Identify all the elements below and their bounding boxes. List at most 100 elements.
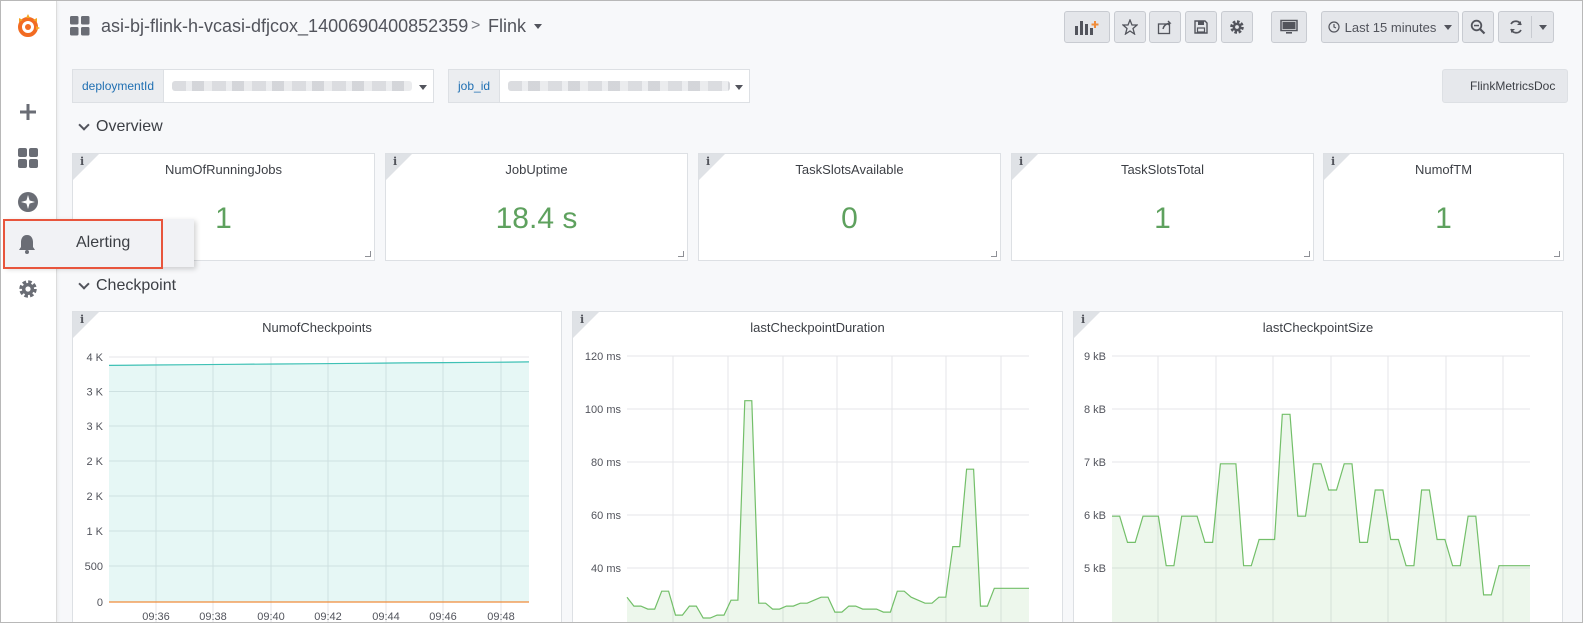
stat-panel[interactable]: i TaskSlotsAvailable 0	[698, 153, 1001, 261]
refresh-icon	[1510, 20, 1522, 34]
bell-icon[interactable]	[12, 229, 42, 259]
save-button[interactable]	[1185, 11, 1217, 43]
variable-label: job_id	[449, 70, 501, 102]
y-tick-label: 4 K	[86, 352, 103, 364]
panel-title[interactable]: TaskSlotsAvailable	[699, 162, 1000, 177]
y-tick-label: 2 K	[86, 456, 103, 468]
add-panel-icon	[1075, 21, 1099, 35]
plus-icon[interactable]	[13, 97, 43, 127]
chevron-down-icon	[78, 119, 90, 131]
row-checkpoint[interactable]: Checkpoint	[78, 277, 177, 295]
stat-value: 18.4 s	[495, 202, 578, 235]
dashboard-navbar: asi-bj-flink-h-vcasi-dfjcox_140069040085…	[58, 0, 1582, 55]
y-tick-label: 80 ms	[591, 457, 621, 469]
chart-canvas[interactable]: 9 kB 8 kB 7 kB 6 kB 5 kB	[1074, 312, 1563, 623]
y-tick-label: 8 kB	[1084, 404, 1106, 416]
refresh-button[interactable]	[1498, 11, 1554, 43]
row-title: Overview	[96, 118, 163, 135]
y-tick-label: 1 K	[86, 526, 103, 538]
y-tick-label: 0	[97, 597, 103, 609]
y-tick-label: 9 kB	[1084, 351, 1106, 363]
tv-mode-button[interactable]	[1271, 11, 1307, 43]
clock-icon	[1328, 21, 1340, 33]
resize-handle[interactable]	[365, 251, 371, 257]
variable-value-select[interactable]	[164, 70, 433, 102]
graph-panel[interactable]: i lastCheckpointDuration 120 ms 100 ms 80 …	[572, 311, 1063, 623]
flink-metrics-doc-link[interactable]: FlinkMetricsDoc	[1442, 69, 1568, 103]
stat-value: 1	[1154, 202, 1171, 235]
x-tick-label: 09:48	[487, 611, 515, 623]
x-tick-label: 09:44	[372, 611, 400, 623]
redacted-value	[172, 81, 413, 91]
stat-value: 1	[1435, 202, 1452, 235]
chevron-down-icon	[735, 85, 743, 90]
x-tick-label: 09:36	[142, 611, 170, 623]
resize-handle[interactable]	[1554, 251, 1560, 257]
resize-handle[interactable]	[1304, 251, 1310, 257]
x-tick-label: 09:38	[199, 611, 227, 623]
star-button[interactable]	[1114, 11, 1146, 43]
y-tick-label: 60 ms	[591, 510, 621, 522]
y-tick-label: 40 ms	[591, 563, 621, 575]
series-area	[627, 400, 1029, 622]
x-tick-label: 09:42	[314, 611, 342, 623]
resize-handle[interactable]	[678, 251, 684, 257]
refresh-interval-caret-icon[interactable]	[1539, 25, 1547, 30]
graph-panel[interactable]: i NumofCheckpoints 4 K3 K3 K2 K2 K1 K 500…	[72, 311, 562, 623]
stat-panel[interactable]: i NumofTM 1	[1323, 153, 1564, 261]
settings-button[interactable]	[1221, 11, 1253, 43]
y-tick-label: 500	[85, 561, 103, 573]
zoom-out-button[interactable]	[1462, 11, 1494, 43]
chart-canvas[interactable]: 120 ms 100 ms 80 ms 60 ms 40 ms	[573, 312, 1063, 623]
resize-handle[interactable]	[991, 251, 997, 257]
panel-title[interactable]: NumOfRunningJobs	[73, 162, 374, 177]
chevron-down-icon	[78, 278, 90, 290]
row-title: Checkpoint	[96, 277, 177, 294]
dashboard-title-caret-icon[interactable]	[534, 24, 542, 29]
graph-panel[interactable]: i lastCheckpointSize 9 kB 8 kB 7 kB 6 kB 5 k…	[1073, 311, 1563, 623]
panel-title[interactable]: TaskSlotsTotal	[1012, 162, 1313, 177]
redacted-value	[508, 81, 731, 91]
time-picker-button[interactable]: Last 15 minutes	[1321, 11, 1459, 43]
y-tick-label: 100 ms	[585, 404, 622, 416]
variable-deploymentid[interactable]: deploymentId	[72, 69, 434, 103]
alerting-label[interactable]: Alerting	[76, 234, 130, 252]
variable-label: deploymentId	[73, 70, 165, 102]
explore-icon[interactable]	[13, 187, 43, 217]
y-tick-label: 3 K	[86, 421, 103, 433]
stat-panel[interactable]: i TaskSlotsTotal 1	[1011, 153, 1314, 261]
star-icon	[1122, 19, 1138, 35]
variable-value-select[interactable]	[500, 70, 749, 102]
share-icon	[1157, 20, 1172, 35]
y-tick-label: 5 kB	[1084, 563, 1106, 575]
share-button[interactable]	[1149, 11, 1181, 43]
dashboard-grid-icon	[70, 16, 90, 41]
x-tick-label: 09:46	[429, 611, 457, 623]
chevron-down-icon	[419, 85, 427, 90]
y-tick-label: 120 ms	[585, 351, 622, 363]
breadcrumb-folder[interactable]: asi-bj-flink-h-vcasi-dfjcox_140069040085…	[101, 16, 468, 37]
y-tick-label: 3 K	[86, 387, 103, 399]
panel-title[interactable]: NumofTM	[1324, 162, 1563, 177]
row-overview[interactable]: Overview	[78, 118, 163, 136]
y-tick-label: 6 kB	[1084, 510, 1106, 522]
x-tick-label: 09:40	[257, 611, 285, 623]
breadcrumb-separator: >	[471, 17, 481, 34]
stat-value: 0	[841, 202, 858, 235]
settings-icon	[1230, 20, 1244, 34]
tv-icon	[1280, 19, 1298, 34]
chart-canvas[interactable]: 4 K 3 K 3 K 2 K 2 K 1 K 500 0 09:36 09:38 09:40 09:…	[73, 312, 562, 623]
zoom-out-icon	[1470, 19, 1486, 35]
y-tick-label: 7 kB	[1084, 457, 1106, 469]
dashboards-icon[interactable]	[13, 143, 43, 173]
dashboard-title[interactable]: Flink	[488, 16, 526, 37]
panel-title[interactable]: JobUptime	[386, 162, 687, 177]
grafana-logo-icon[interactable]	[13, 11, 43, 41]
stat-panel[interactable]: i JobUptime 18.4 s	[385, 153, 688, 261]
gear-icon[interactable]	[13, 274, 43, 304]
add-panel-button[interactable]	[1064, 11, 1110, 43]
time-range-label: Last 15 minutes	[1344, 19, 1437, 35]
series-area	[109, 361, 529, 602]
save-icon	[1194, 20, 1208, 34]
variable-job-id[interactable]: job_id	[448, 69, 750, 103]
